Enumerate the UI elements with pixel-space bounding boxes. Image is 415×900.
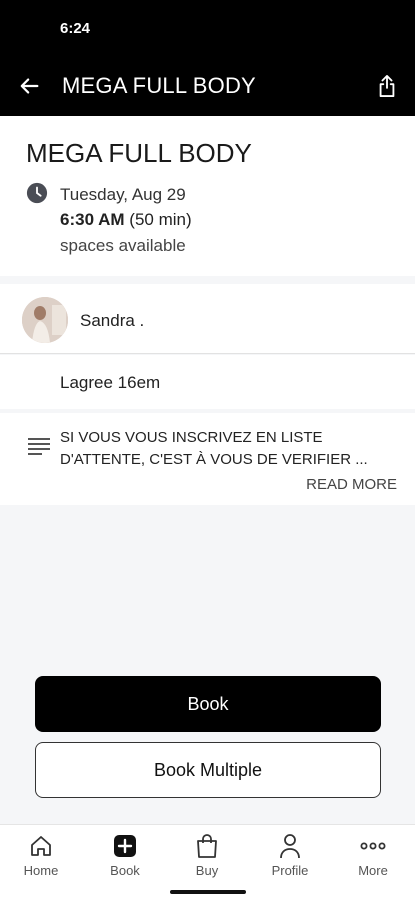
class-duration: (50 min): [129, 210, 192, 229]
plus-square-icon: [114, 835, 136, 857]
home-indicator: [170, 890, 246, 894]
app-bar-title: MEGA FULL BODY: [62, 73, 256, 98]
read-more-link[interactable]: READ MORE: [306, 476, 397, 493]
clock-icon: [26, 182, 48, 204]
tab-home[interactable]: Home: [6, 833, 76, 883]
app-bar: MEGA FULL BODY: [0, 58, 415, 116]
class-title: MEGA FULL BODY: [26, 138, 252, 168]
class-details-card: MEGA FULL BODY Tuesday, Aug 29 6:30 AM (…: [0, 116, 415, 276]
tab-more[interactable]: More: [338, 833, 408, 883]
book-button[interactable]: Book: [35, 676, 381, 732]
avatar-image: [22, 297, 68, 343]
instructor-name: Sandra .: [80, 311, 145, 330]
instructor-row[interactable]: Sandra .: [0, 284, 415, 354]
class-time: 6:30 AM: [60, 210, 125, 229]
location-name: Lagree 16em: [60, 373, 161, 392]
shopping-bag-icon: [197, 834, 217, 858]
home-icon: [31, 836, 51, 856]
description-text: SI VOUS VOUS INSCRIVEZ EN LISTE D'ATTENT…: [60, 429, 368, 468]
tab-profile[interactable]: Profile: [255, 833, 325, 883]
avatar: [22, 297, 68, 343]
person-icon: [280, 834, 300, 859]
tab-book[interactable]: Book: [90, 833, 160, 883]
tab-label: Buy: [195, 863, 219, 878]
description-row: SI VOUS VOUS INSCRIVEZ EN LISTE D'ATTENT…: [0, 413, 415, 505]
share-button[interactable]: [373, 72, 401, 100]
book-multiple-button[interactable]: Book Multiple: [35, 742, 381, 798]
status-time: 6:24: [60, 20, 91, 37]
share-icon: [379, 74, 395, 97]
location-row: Lagree 16em: [0, 355, 415, 409]
arrow-left-icon: [20, 78, 39, 94]
tab-label: Profile: [271, 863, 309, 878]
back-button[interactable]: [16, 72, 44, 100]
tab-label: Book: [110, 863, 140, 878]
tab-buy[interactable]: Buy: [172, 833, 242, 883]
tab-label: More: [358, 863, 388, 878]
class-availability: spaces available: [60, 236, 186, 255]
bottom-tab-bar: Home Book Buy Profile More: [0, 824, 415, 900]
tab-label: Home: [23, 863, 59, 878]
status-bar: 6:24: [0, 0, 415, 58]
text-lines-icon: [28, 438, 50, 455]
class-date: Tuesday, Aug 29: [60, 185, 186, 204]
class-time-line: 6:30 AM (50 min): [60, 210, 192, 230]
more-dots-icon: [360, 842, 386, 850]
